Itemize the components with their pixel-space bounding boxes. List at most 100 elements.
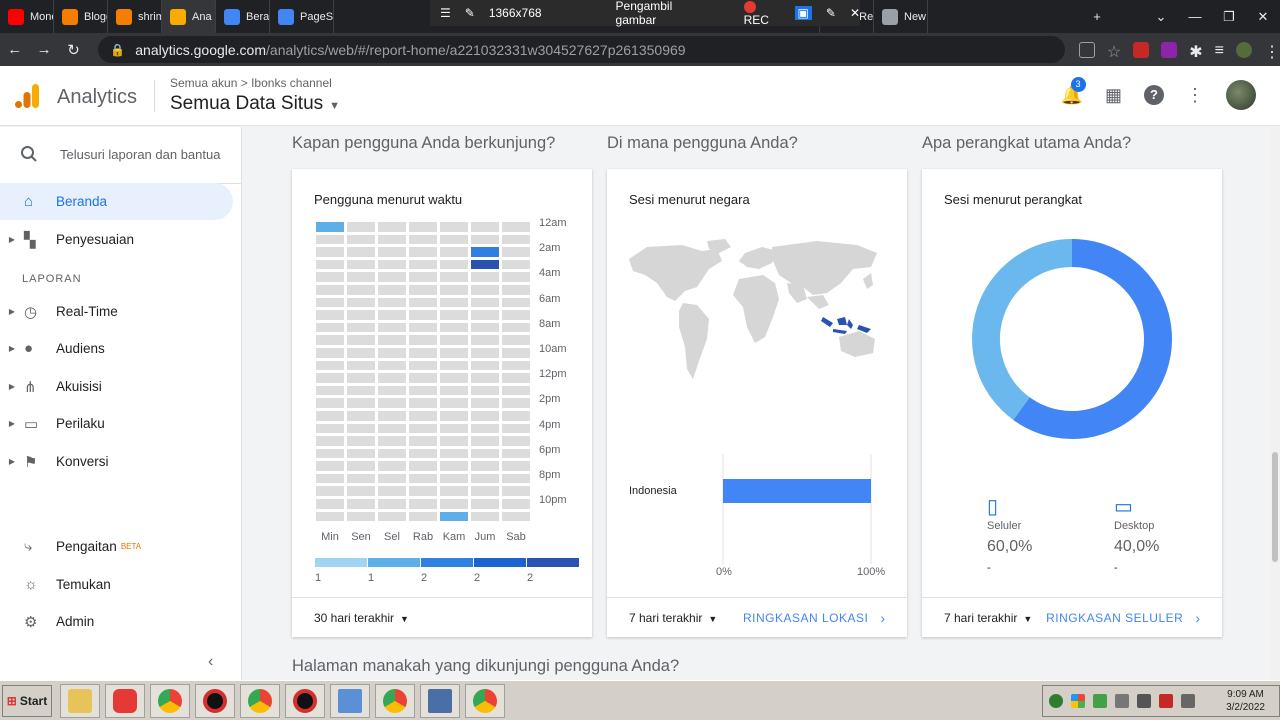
heatmap-cell[interactable]: [378, 423, 406, 434]
network-icon[interactable]: [1159, 694, 1173, 708]
browser-tab[interactable]: Moneti: [0, 0, 54, 33]
heatmap-cell[interactable]: [409, 398, 437, 408]
heatmap-cell[interactable]: [347, 499, 375, 509]
browser-tab[interactable]: Berand: [216, 0, 270, 33]
heatmap-cell[interactable]: [409, 247, 437, 257]
heatmap-cell[interactable]: [409, 423, 437, 434]
heatmap-cell[interactable]: [316, 448, 344, 459]
heatmap-cell[interactable]: [471, 436, 499, 446]
start-button[interactable]: ⊞ Start: [2, 684, 52, 717]
chrome-icon[interactable]: [150, 683, 190, 718]
heatmap-cell[interactable]: [502, 347, 530, 358]
minimize-icon[interactable]: —: [1178, 9, 1212, 24]
heatmap-cell[interactable]: [409, 259, 437, 270]
heatmap-cell[interactable]: [471, 272, 499, 282]
pin-icon[interactable]: ✎: [465, 6, 475, 20]
heatmap-cell[interactable]: [440, 423, 468, 434]
heatmap-cell[interactable]: [409, 347, 437, 358]
heatmap-cell[interactable]: [440, 473, 468, 484]
heatmap-cell[interactable]: [347, 436, 375, 446]
heatmap-cell[interactable]: [471, 322, 499, 333]
heatmap-cell[interactable]: [440, 448, 468, 459]
heatmap-cell[interactable]: [347, 234, 375, 245]
heatmap-cell[interactable]: [378, 222, 406, 232]
heatmap-cell[interactable]: [316, 385, 344, 396]
menu-icon[interactable]: ☰: [440, 6, 451, 20]
date-range-dropdown[interactable]: 7 hari terakhir ▼: [944, 611, 1032, 625]
donut-slice-desktop[interactable]: [972, 239, 1073, 420]
heatmap-cell[interactable]: [471, 297, 499, 308]
share-icon[interactable]: [1078, 41, 1095, 58]
heatmap-cell[interactable]: [440, 511, 468, 522]
heatmap-cell[interactable]: [316, 247, 344, 257]
sidebar-item-realtime[interactable]: ▶ ◷ Real-Time: [0, 293, 233, 330]
heatmap-cell[interactable]: [440, 373, 468, 383]
heatmap-cell[interactable]: [502, 461, 530, 471]
recorder-2-icon[interactable]: [285, 683, 325, 718]
heatmap-cell[interactable]: [502, 373, 530, 383]
bar-indonesia[interactable]: [723, 479, 871, 503]
sidebar-item-admin[interactable]: ⚙ Admin: [0, 603, 233, 640]
sidebar-item-conversions[interactable]: ▶ ⚑ Konversi: [0, 443, 233, 480]
sidebar-item-acquisition[interactable]: ▶ ⋔ Akuisisi: [0, 368, 233, 405]
more-vert-icon[interactable]: ⋮: [1186, 85, 1204, 106]
heatmap-cell[interactable]: [347, 385, 375, 396]
scrollbar-thumb[interactable]: [1272, 452, 1278, 562]
sidebar-item-home[interactable]: ⌂ Beranda: [0, 183, 233, 220]
breadcrumb[interactable]: Semua akun > Ibonks channel: [170, 76, 332, 90]
heatmap-cell[interactable]: [378, 247, 406, 257]
heatmap-cell[interactable]: [440, 461, 468, 471]
heatmap-cell[interactable]: [409, 448, 437, 459]
heatmap-cell[interactable]: [502, 247, 530, 257]
heatmap-cell[interactable]: [347, 473, 375, 484]
search-input[interactable]: Telusuri laporan dan bantua: [60, 147, 220, 162]
analytics-logo-icon[interactable]: [14, 83, 40, 109]
heatmap-cell[interactable]: [378, 310, 406, 320]
back-icon[interactable]: ←: [0, 41, 29, 58]
chrome-profile-c-icon[interactable]: [465, 683, 505, 718]
recorder-icon[interactable]: [195, 683, 235, 718]
heatmap-cell[interactable]: [347, 423, 375, 434]
heatmap-cell[interactable]: [409, 473, 437, 484]
new-tab-icon[interactable]: +: [1080, 9, 1114, 24]
profile-icon[interactable]: [1236, 41, 1253, 58]
heatmap-cell[interactable]: [378, 410, 406, 421]
chrome-profile-a-icon[interactable]: [240, 683, 280, 718]
heatmap-cell[interactable]: [378, 385, 406, 396]
heatmap-cell[interactable]: [471, 222, 499, 232]
extension-purple-icon[interactable]: [1161, 41, 1178, 58]
heatmap-cell[interactable]: [502, 473, 530, 484]
puzzle-icon[interactable]: ✱: [1189, 42, 1202, 61]
heatmap-cell[interactable]: [502, 335, 530, 345]
reload-icon[interactable]: ↻: [59, 41, 88, 59]
heatmap-cell[interactable]: [316, 436, 344, 446]
heatmap-cell[interactable]: [378, 398, 406, 408]
heatmap-cell[interactable]: [440, 347, 468, 358]
heatmap-cell[interactable]: [378, 297, 406, 308]
heatmap-cell[interactable]: [347, 247, 375, 257]
chrome-profile-b-icon[interactable]: [375, 683, 415, 718]
heatmap-cell[interactable]: [347, 398, 375, 408]
heatmap-cell[interactable]: [471, 373, 499, 383]
heatmap-cell[interactable]: [471, 284, 499, 295]
heatmap-cell[interactable]: [502, 222, 530, 232]
heatmap-cell[interactable]: [502, 423, 530, 434]
chevron-right-icon[interactable]: ›: [1195, 610, 1200, 626]
heatmap-cell[interactable]: [347, 486, 375, 497]
browser-tab[interactable]: Blogge: [54, 0, 108, 33]
heatmap-cell[interactable]: [316, 222, 344, 232]
heatmap-cell[interactable]: [316, 234, 344, 245]
heatmap-cell[interactable]: [502, 436, 530, 446]
heatmap-cell[interactable]: [316, 373, 344, 383]
heatmap-cell[interactable]: [378, 461, 406, 471]
heatmap-cell[interactable]: [378, 234, 406, 245]
heatmap-cell[interactable]: [502, 360, 530, 371]
heatmap-cell[interactable]: [409, 335, 437, 345]
heatmap-cell[interactable]: [502, 398, 530, 408]
heatmap-cell[interactable]: [502, 322, 530, 333]
heatmap-cell[interactable]: [316, 499, 344, 509]
sidebar-item-attribution[interactable]: ⤷ Pengaitan BETA: [0, 528, 233, 565]
heatmap-cell[interactable]: [347, 259, 375, 270]
heatmap-cell[interactable]: [409, 322, 437, 333]
tray-windows-icon[interactable]: [1071, 694, 1085, 708]
